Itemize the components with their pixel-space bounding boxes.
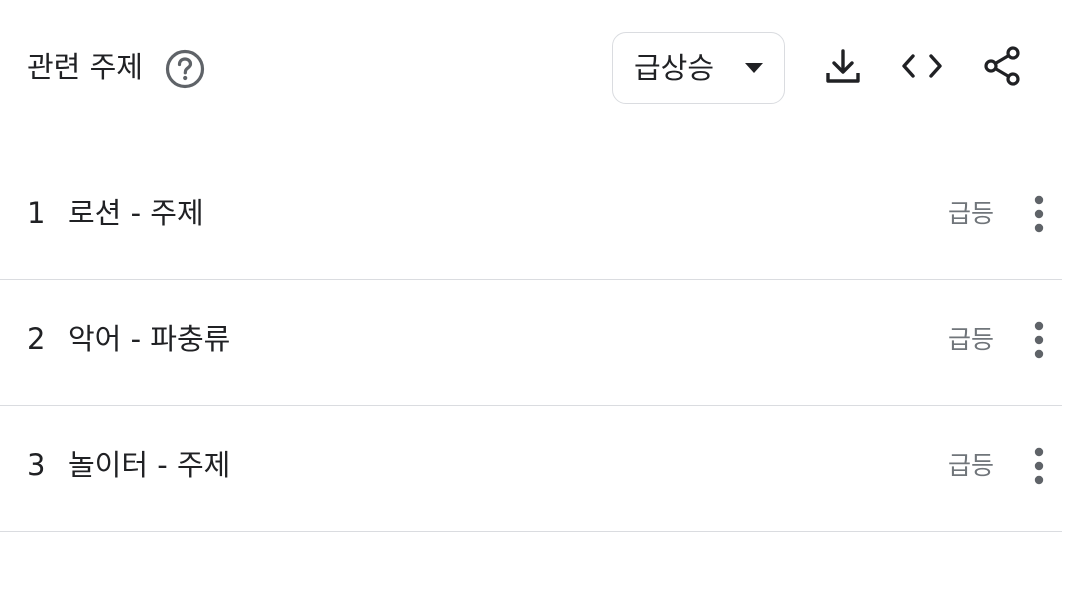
related-topics-header: 관련 주제 급상승: [0, 0, 1074, 136]
item-status: 급등: [948, 199, 995, 228]
item-rank: 3: [27, 448, 46, 482]
list-item: 3 놀이터 - 주제 급등: [0, 406, 1062, 532]
list-item: 2 악어 - 파충류 급등: [0, 280, 1062, 406]
section-title: 관련 주제: [27, 50, 143, 84]
more-vert-icon[interactable]: [1026, 318, 1052, 362]
item-label[interactable]: 놀이터 - 주제: [68, 446, 230, 484]
item-status: 급등: [948, 451, 995, 480]
item-label[interactable]: 악어 - 파충류: [68, 320, 230, 358]
list-item: 1 로션 - 주제 급등: [0, 154, 1062, 280]
item-label[interactable]: 로션 - 주제: [68, 194, 204, 232]
item-status: 급등: [948, 325, 995, 354]
code-embed-icon[interactable]: [900, 44, 944, 88]
trend-filter-select[interactable]: 급상승: [612, 32, 785, 104]
help-circle-icon[interactable]: [164, 48, 206, 90]
share-icon[interactable]: [980, 44, 1024, 88]
item-rank: 2: [27, 322, 46, 356]
caret-down-icon: [745, 63, 763, 73]
more-vert-icon[interactable]: [1026, 444, 1052, 488]
item-rank: 1: [27, 196, 46, 230]
trend-filter-value: 급상승: [634, 51, 715, 85]
download-icon[interactable]: [821, 44, 865, 88]
related-topics-list: 1 로션 - 주제 급등 2 악어 - 파충류 급등 3 놀이터 - 주제 급등: [0, 154, 1062, 532]
more-vert-icon[interactable]: [1026, 192, 1052, 236]
